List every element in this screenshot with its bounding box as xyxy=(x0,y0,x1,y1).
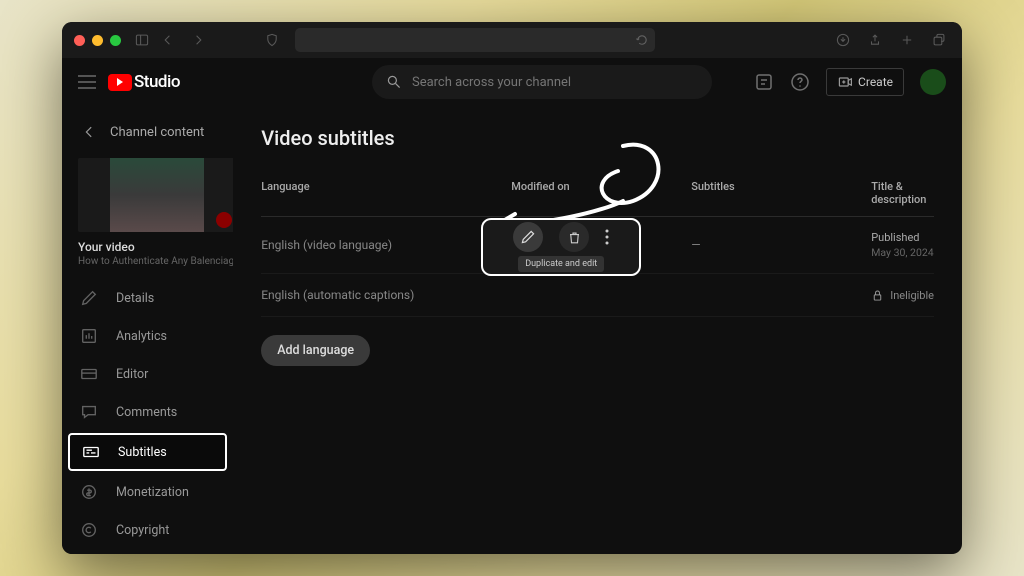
window-controls xyxy=(74,35,121,46)
nav-label: Details xyxy=(116,291,154,306)
reload-icon[interactable] xyxy=(635,33,649,47)
cell-title-desc: Published May 30, 2024 xyxy=(871,231,934,259)
titlebar xyxy=(62,22,962,58)
table-row[interactable]: English (automatic captions) Ineligible xyxy=(261,274,934,317)
create-label: Create xyxy=(858,75,893,89)
sidebar: Channel content Your video How to Authen… xyxy=(62,106,233,554)
nav-label: Copyright xyxy=(116,523,169,538)
pencil-icon xyxy=(520,229,536,245)
forward-icon[interactable] xyxy=(191,33,205,47)
table-header: Language Modified on Subtitles Title & d… xyxy=(261,170,934,217)
browser-window: Studio Create Channel content xyxy=(62,22,962,554)
sidebar-item-details[interactable]: Details xyxy=(62,279,233,317)
nav-label: Subtitles xyxy=(118,445,167,460)
back-icon[interactable] xyxy=(161,33,175,47)
video-thumbnail[interactable] xyxy=(78,158,233,232)
download-icon[interactable] xyxy=(836,33,850,47)
trash-icon xyxy=(567,230,582,245)
analytics-icon xyxy=(80,327,98,345)
shorts-badge-icon xyxy=(216,212,232,228)
status-published: Published xyxy=(871,231,934,244)
avatar[interactable] xyxy=(920,69,946,95)
cell-title-desc: Ineligible xyxy=(871,289,934,302)
create-icon xyxy=(837,74,853,90)
close-window[interactable] xyxy=(74,35,85,46)
status-ineligible: Ineligible xyxy=(890,289,934,302)
back-label: Channel content xyxy=(110,125,204,140)
header-subtitles: Subtitles xyxy=(691,180,871,206)
youtube-icon xyxy=(108,74,132,91)
status-date: May 30, 2024 xyxy=(871,246,934,259)
nav-label: Editor xyxy=(116,367,148,382)
more-icon[interactable] xyxy=(605,229,609,245)
nav-label: Analytics xyxy=(116,329,167,344)
logo-text: Studio xyxy=(134,72,180,92)
search-bar[interactable] xyxy=(372,65,712,99)
url-bar[interactable] xyxy=(295,28,655,52)
duplicate-edit-button[interactable] xyxy=(513,222,543,252)
action-callout: Duplicate and edit xyxy=(481,218,641,276)
sidebar-item-copyright[interactable]: Copyright xyxy=(62,511,233,549)
nav-label: Comments xyxy=(116,405,177,420)
video-title: How to Authenticate Any Balenciaga... xyxy=(62,254,233,279)
maximize-window[interactable] xyxy=(110,35,121,46)
subtitles-icon xyxy=(82,443,100,461)
create-button[interactable]: Create xyxy=(826,68,904,96)
sidebar-item-subtitles[interactable]: Subtitles xyxy=(68,433,227,471)
share-icon[interactable] xyxy=(868,33,882,47)
cell-language: English (video language) xyxy=(261,238,511,252)
arrow-left-icon xyxy=(80,124,96,140)
minimize-window[interactable] xyxy=(92,35,103,46)
video-heading: Your video xyxy=(62,240,233,254)
sidebar-item-comments[interactable]: Comments xyxy=(62,393,233,431)
tabs-icon[interactable] xyxy=(932,33,946,47)
main-content: Video subtitles Language Modified on Sub… xyxy=(233,106,962,554)
header-language: Language xyxy=(261,180,511,206)
app-topbar: Studio Create xyxy=(62,58,962,106)
page-title: Video subtitles xyxy=(261,126,934,150)
delete-button[interactable] xyxy=(559,222,589,252)
logo[interactable]: Studio xyxy=(108,72,180,92)
sidebar-item-analytics[interactable]: Analytics xyxy=(62,317,233,355)
add-language-button[interactable]: Add language xyxy=(261,335,370,366)
cell-subtitles: — xyxy=(691,238,871,252)
back-to-channel[interactable]: Channel content xyxy=(62,114,233,150)
updates-icon[interactable] xyxy=(754,72,774,92)
shield-icon[interactable] xyxy=(265,33,279,47)
copyright-icon xyxy=(80,521,98,539)
lock-icon xyxy=(871,289,884,302)
sidebar-item-editor[interactable]: Editor xyxy=(62,355,233,393)
dollar-icon xyxy=(80,483,98,501)
help-icon[interactable] xyxy=(790,72,810,92)
menu-icon[interactable] xyxy=(78,75,96,89)
comments-icon xyxy=(80,403,98,421)
new-tab-icon[interactable] xyxy=(900,33,914,47)
header-title-desc: Title & description xyxy=(871,180,934,206)
pencil-icon xyxy=(80,289,98,307)
header-modified: Modified on xyxy=(511,180,691,206)
search-icon xyxy=(386,74,402,90)
tooltip: Duplicate and edit xyxy=(518,256,604,272)
nav-label: Monetization xyxy=(116,485,189,500)
sidebar-toggle-icon[interactable] xyxy=(135,33,149,47)
editor-icon xyxy=(80,365,98,383)
sidebar-item-monetization[interactable]: Monetization xyxy=(62,473,233,511)
cell-language: English (automatic captions) xyxy=(261,288,511,302)
search-input[interactable] xyxy=(412,75,698,90)
